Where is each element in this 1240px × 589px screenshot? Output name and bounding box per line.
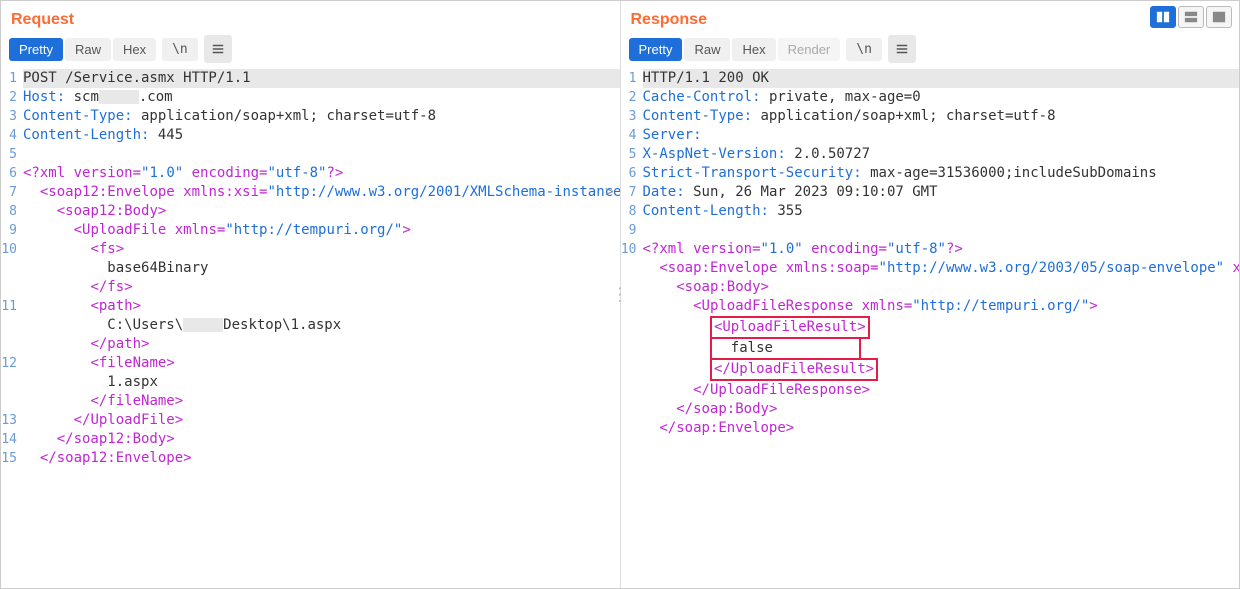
header-row: Content-Length: 445: [23, 126, 183, 145]
xml-tag: <fs>: [23, 240, 124, 259]
status-line: HTTP/1.1 200 OK: [643, 69, 1240, 88]
header-row: Content-Length: 355: [643, 202, 803, 221]
tab-render[interactable]: Render: [778, 38, 841, 61]
tab-raw[interactable]: Raw: [65, 38, 111, 61]
header-row: Server:: [643, 126, 702, 145]
header-row: Content-Type: application/soap+xml; char…: [23, 107, 436, 126]
xml-tag: </soap12:Body>: [23, 430, 175, 449]
layout-split-horizontal-button[interactable]: [1178, 6, 1204, 28]
hamburger-icon[interactable]: [204, 35, 232, 63]
response-pane: Response Pretty Raw Hex Render \n 1HTTP/…: [621, 1, 1240, 588]
view-switcher: [1150, 6, 1232, 28]
header-row: Strict-Transport-Security: max-age=31536…: [643, 164, 1157, 183]
xml-tag: </path>: [23, 335, 149, 354]
request-title: Request: [1, 1, 620, 35]
header-row: Host: scm.com: [23, 88, 173, 107]
header-row: X-AspNet-Version: 2.0.50727: [643, 145, 871, 164]
header-row: Content-Type: application/soap+xml; char…: [643, 107, 1056, 126]
xml-tag: </soap12:Envelope>: [23, 449, 192, 468]
redacted-user: [183, 318, 223, 332]
xml-tag: <soap12:Body>: [23, 202, 166, 221]
xml-text: false: [643, 339, 862, 358]
xml-text: base64Binary: [23, 259, 208, 278]
response-toolbar: Pretty Raw Hex Render \n: [621, 35, 1240, 67]
newline-toggle[interactable]: \n: [846, 38, 882, 61]
tab-raw[interactable]: Raw: [684, 38, 730, 61]
xml-tag: </fileName>: [23, 392, 183, 411]
highlight-box: </UploadFileResult>: [710, 358, 878, 381]
highlight-box: false: [710, 339, 861, 358]
request-line: POST /Service.asmx HTTP/1.1: [23, 69, 620, 88]
layout-split-vertical-button[interactable]: [1150, 6, 1176, 28]
xml-decl: <?xml version="1.0" encoding="utf-8"?>: [23, 164, 343, 183]
redacted-host: [99, 90, 139, 104]
xml-tag: </UploadFile>: [23, 411, 183, 430]
layout-single-button[interactable]: [1206, 6, 1232, 28]
xml-tag: <soap12:Envelope xmlns:xsi="http://www.w…: [23, 183, 620, 202]
xml-tag: <UploadFileResponse xmlns="http://tempur…: [643, 297, 1098, 316]
newline-toggle[interactable]: \n: [162, 38, 198, 61]
xml-text: 1.aspx: [23, 373, 158, 392]
request-pane: Request Pretty Raw Hex \n 1POST /Service…: [1, 1, 621, 588]
xml-tag: </UploadFileResponse>: [643, 381, 871, 400]
tab-pretty[interactable]: Pretty: [9, 38, 63, 61]
xml-tag: <fileName>: [23, 354, 175, 373]
header-row: Date: Sun, 26 Mar 2023 09:10:07 GMT: [643, 183, 938, 202]
header-row: Cache-Control: private, max-age=0: [643, 88, 921, 107]
highlight-box: <UploadFileResult>: [710, 316, 870, 339]
xml-tag: </fs>: [23, 278, 133, 297]
tab-hex[interactable]: Hex: [113, 38, 156, 61]
tab-hex[interactable]: Hex: [732, 38, 775, 61]
xml-text: C:\Users\Desktop\1.aspx: [23, 316, 341, 335]
hamburger-icon[interactable]: [888, 35, 916, 63]
xml-tag: <soap:Body>: [643, 278, 769, 297]
request-toolbar: Pretty Raw Hex \n: [1, 35, 620, 67]
xml-decl: <?xml version="1.0" encoding="utf-8"?>: [643, 240, 963, 259]
overflow-indicator: >: [597, 183, 614, 202]
xml-tag: </soap:Envelope>: [643, 419, 795, 438]
xml-tag: <soap:Envelope xmlns:soap="http://www.w3…: [643, 259, 1240, 278]
xml-tag: <path>: [23, 297, 141, 316]
tab-pretty[interactable]: Pretty: [629, 38, 683, 61]
xml-tag: <UploadFileResult>: [643, 316, 870, 339]
response-title: Response: [621, 1, 1240, 35]
response-editor[interactable]: 1HTTP/1.1 200 OK 2Cache-Control: private…: [621, 67, 1240, 588]
request-editor[interactable]: 1POST /Service.asmx HTTP/1.1 2Host: scm.…: [1, 67, 620, 588]
split-drag-handle[interactable]: ⋮: [611, 284, 629, 305]
xml-tag: </soap:Body>: [643, 400, 778, 419]
xml-tag: <UploadFile xmlns="http://tempuri.org/">: [23, 221, 411, 240]
xml-tag: </UploadFileResult>: [643, 358, 879, 381]
